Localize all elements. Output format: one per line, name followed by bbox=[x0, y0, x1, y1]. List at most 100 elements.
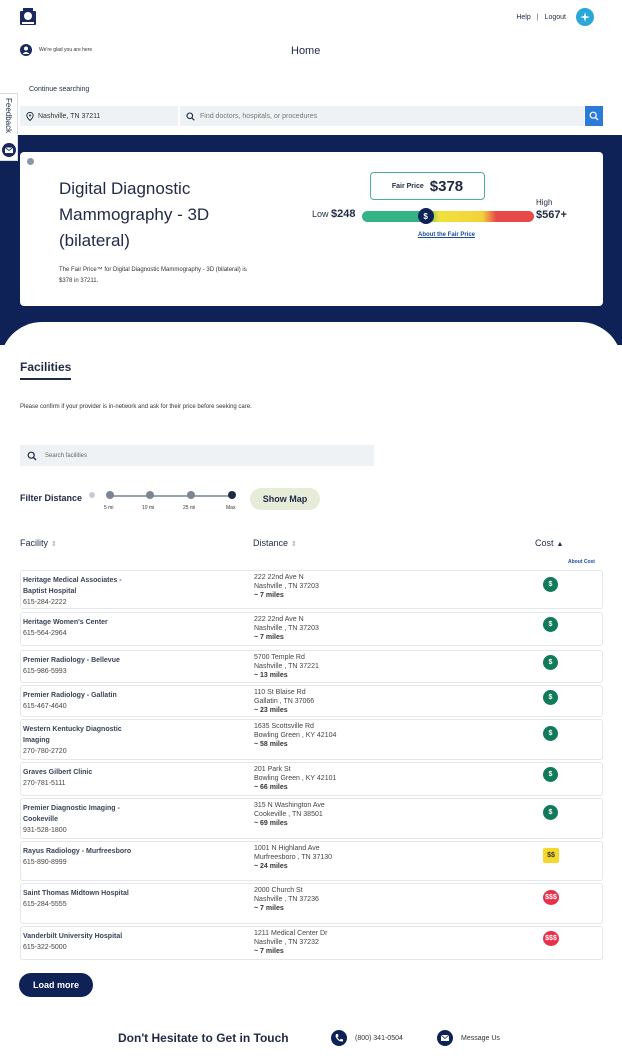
cost-badge: $ bbox=[543, 805, 558, 820]
facility-miles: ~ 58 miles bbox=[254, 741, 288, 748]
site-logo[interactable] bbox=[18, 7, 38, 29]
cost-badge: $ bbox=[543, 726, 558, 741]
facility-address: 1211 Medical Center Dr Nashville , TN 372… bbox=[254, 929, 404, 956]
cost-badge: $$$ bbox=[543, 890, 559, 905]
facility-miles: ~ 7 miles bbox=[254, 905, 284, 912]
table-row[interactable]: Heritage Women's Center 615-564-2964 222 2… bbox=[20, 612, 603, 646]
distance-stop-max[interactable] bbox=[228, 491, 236, 499]
facility-address: 222 22nd Ave N Nashville , TN 37203 ~ 7 mi… bbox=[254, 573, 404, 600]
about-cost-link[interactable]: About Cost bbox=[568, 559, 595, 565]
table-row[interactable]: Heritage Medical Associates - Baptist Ho… bbox=[20, 570, 603, 609]
continue-searching-label: Continue searching bbox=[29, 86, 90, 93]
facility-name[interactable]: Vanderbilt University Hospital 615-322-50… bbox=[23, 931, 143, 953]
table-row[interactable]: Premier Diagnostic Imaging - Cookeville 9… bbox=[20, 798, 603, 839]
facility-name[interactable]: Heritage Women's Center 615-564-2964 bbox=[23, 617, 143, 639]
logout-link[interactable]: Logout bbox=[545, 14, 566, 21]
message-icon bbox=[437, 1030, 453, 1046]
facility-name-text: Saint Thomas Midtown Hospital bbox=[23, 890, 129, 897]
facility-name-text: Premier Diagnostic Imaging - Cookeville bbox=[23, 805, 120, 823]
facility-street: 201 Park St bbox=[254, 766, 291, 773]
table-row[interactable]: Rayus Radiology - Murfreesboro 615-890-89… bbox=[20, 841, 603, 881]
info-icon[interactable] bbox=[89, 492, 95, 498]
facility-street: 222 22nd Ave N bbox=[254, 616, 304, 623]
fair-price-value: $378 bbox=[429, 177, 464, 195]
message-contact[interactable]: Message Us bbox=[437, 1030, 500, 1046]
content-background bbox=[0, 322, 622, 372]
low-price-value: $248 bbox=[331, 208, 356, 220]
facility-address: 1001 N Highland Ave Murfreesboro , TN 371… bbox=[254, 844, 404, 871]
facility-phone: 270-781-5111 bbox=[23, 780, 66, 787]
user-icon[interactable] bbox=[20, 44, 32, 56]
location-pin-icon bbox=[26, 111, 34, 121]
table-row[interactable]: Graves Gilbert Clinic 270-781-5111 201 Par… bbox=[20, 762, 603, 796]
facilities-note: Please confirm if your provider is in-ne… bbox=[20, 404, 252, 410]
facility-address: 1635 Scottsville Rd Bowling Green , KY 42… bbox=[254, 722, 404, 749]
facilities-heading: Facilities bbox=[20, 360, 72, 380]
facility-street: 315 N Washington Ave bbox=[254, 802, 325, 809]
search-icon bbox=[589, 111, 599, 121]
info-icon[interactable] bbox=[27, 158, 34, 165]
support-icon[interactable] bbox=[576, 8, 594, 26]
about-fair-price-link[interactable]: About the Fair Price bbox=[418, 232, 475, 238]
facility-city: Nashville , TN 37203 bbox=[254, 625, 319, 632]
facility-miles: ~ 13 miles bbox=[254, 672, 288, 679]
facility-name[interactable]: Premier Radiology - Gallatin 615-467-4640 bbox=[23, 690, 143, 712]
welcome-message: We're glad you are here bbox=[20, 44, 92, 56]
facility-name[interactable]: Premier Diagnostic Imaging - Cookeville 9… bbox=[23, 803, 143, 836]
distance-stop-5[interactable] bbox=[106, 491, 114, 499]
facility-street: 1001 N Highland Ave bbox=[254, 845, 320, 852]
cost-column-header[interactable]: Cost ▲ bbox=[535, 538, 563, 548]
facility-name[interactable]: Premier Radiology - Bellevue 615-986-5993 bbox=[23, 655, 143, 677]
facility-search-input[interactable]: Search facilities bbox=[20, 445, 374, 466]
top-nav: Help | Logout bbox=[516, 8, 594, 26]
page-header: Help | Logout We're glad you are here Ho… bbox=[0, 0, 622, 135]
facility-name-text: Vanderbilt University Hospital bbox=[23, 933, 123, 940]
facility-column-header[interactable]: Facility ⇕ bbox=[20, 538, 57, 548]
facility-phone: 615-986-5993 bbox=[23, 668, 67, 675]
help-link[interactable]: Help bbox=[516, 14, 530, 21]
distance-option-label: 5 mi bbox=[104, 505, 114, 511]
table-row[interactable]: Premier Radiology - Bellevue 615-986-5993… bbox=[20, 650, 603, 683]
facility-search-placeholder: Search facilities bbox=[45, 452, 88, 459]
feedback-tab[interactable]: Feedback bbox=[0, 93, 18, 161]
table-row[interactable]: Saint Thomas Midtown Hospital 615-284-555… bbox=[20, 883, 603, 924]
fair-price-card: Digital Diagnostic Mammography - 3D (bil… bbox=[20, 152, 603, 306]
facility-name-text: Western Kentucky Diagnostic Imaging bbox=[23, 726, 122, 744]
load-more-button[interactable]: Load more bbox=[19, 973, 93, 997]
facility-name[interactable]: Western Kentucky Diagnostic Imaging 270-7… bbox=[23, 724, 143, 757]
distance-stop-25[interactable] bbox=[187, 491, 195, 499]
fair-price-box: Fair Price $378 bbox=[370, 172, 485, 200]
contact-heading: Don't Hesitate to Get in Touch bbox=[118, 1031, 289, 1045]
high-price-value: $567+ bbox=[536, 209, 567, 221]
search-button[interactable] bbox=[585, 106, 603, 126]
facility-address: 222 22nd Ave N Nashville , TN 37203 ~ 7 mi… bbox=[254, 615, 404, 642]
nav-separator: | bbox=[536, 13, 539, 21]
facility-name-text: Heritage Women's Center bbox=[23, 619, 108, 626]
facility-name-text: Premier Radiology - Bellevue bbox=[23, 657, 120, 664]
distance-option-label: 10 mi bbox=[142, 505, 155, 511]
welcome-text: We're glad you are here bbox=[39, 47, 93, 53]
table-row[interactable]: Premier Radiology - Gallatin 615-467-4640… bbox=[20, 685, 603, 717]
message-label: Message Us bbox=[461, 1034, 500, 1042]
facility-city: Gallatin , TN 37066 bbox=[254, 698, 315, 705]
search-input[interactable]: Find doctors, hospitals, or procedures bbox=[180, 106, 584, 126]
location-input[interactable]: Nashville, TN 37211 bbox=[20, 106, 178, 126]
feedback-label: Feedback bbox=[4, 98, 13, 134]
facility-miles: ~ 24 miles bbox=[254, 863, 288, 870]
facility-name-text: Graves Gilbert Clinic bbox=[23, 769, 93, 776]
facility-street: 2000 Church St bbox=[254, 887, 303, 894]
facility-street: 5700 Temple Rd bbox=[254, 654, 305, 661]
facility-name[interactable]: Saint Thomas Midtown Hospital 615-284-555… bbox=[23, 888, 143, 910]
distance-slider[interactable] bbox=[110, 495, 232, 497]
phone-contact[interactable]: (800) 341-0504 bbox=[331, 1030, 403, 1046]
facility-city: Nashville , TN 37203 bbox=[254, 583, 319, 590]
show-map-button[interactable]: Show Map bbox=[250, 488, 320, 510]
facility-miles: ~ 7 miles bbox=[254, 592, 284, 599]
facility-name[interactable]: Rayus Radiology - Murfreesboro 615-890-89… bbox=[23, 846, 143, 868]
table-row[interactable]: Western Kentucky Diagnostic Imaging 270-7… bbox=[20, 719, 603, 760]
facility-name[interactable]: Heritage Medical Associates - Baptist Ho… bbox=[23, 575, 143, 608]
distance-stop-10[interactable] bbox=[146, 491, 154, 499]
distance-column-header[interactable]: Distance ⇕ bbox=[253, 538, 297, 548]
table-row[interactable]: Vanderbilt University Hospital 615-322-50… bbox=[20, 926, 603, 960]
facility-name[interactable]: Graves Gilbert Clinic 270-781-5111 bbox=[23, 767, 143, 789]
